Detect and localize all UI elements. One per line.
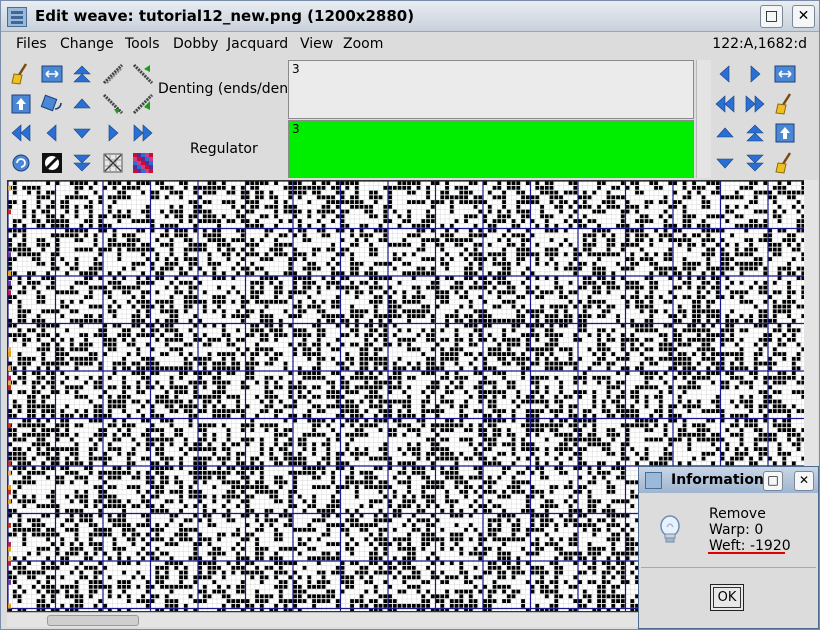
color-pattern-icon (133, 152, 153, 173)
menu-change[interactable]: Change (60, 36, 114, 52)
ok-button[interactable]: OK (710, 584, 744, 611)
dialog-app-icon (645, 472, 662, 489)
information-dialog: Information □ ✕ Remove Warp: 0 Weft: -19… (638, 466, 819, 629)
refresh-icon (12, 154, 30, 171)
arrow-down-double-button[interactable] (69, 150, 95, 176)
menu-tools[interactable]: Tools (125, 36, 160, 52)
broom-button[interactable] (8, 61, 34, 87)
main-window: Edit weave: tutorial12_new.png (1200x288… (0, 0, 820, 630)
horizontal-scroll-thumb[interactable] (47, 615, 139, 626)
lightbulb-icon (660, 515, 680, 543)
rotate-shape-button[interactable] (39, 91, 65, 117)
diagonal-up-icon (102, 63, 123, 85)
clear-grid-icon (103, 153, 122, 172)
dialog-separator (641, 567, 816, 568)
dialog-title: Information (671, 472, 764, 488)
arrow-right-button[interactable] (100, 120, 126, 146)
fast-forward-right-button[interactable] (130, 120, 156, 146)
diagonal-converge-button[interactable] (130, 61, 156, 87)
arrow-down-double-icon (73, 154, 91, 171)
window-title: Edit weave: tutorial12_new.png (1200x288… (35, 7, 415, 25)
arrow-left-icon (719, 65, 730, 83)
fast-forward-right-icon (133, 124, 153, 142)
arrow-down-button[interactable] (712, 150, 738, 176)
denting-field[interactable]: 3 (288, 60, 694, 119)
color-pattern-button[interactable] (130, 150, 156, 176)
swap-horizontal-button[interactable] (772, 61, 798, 87)
menu-dobby[interactable]: Dobby (173, 36, 218, 52)
rewind-left-icon (715, 94, 735, 113)
arrow-up-button[interactable] (69, 91, 95, 117)
rewind-left-button[interactable] (712, 91, 738, 117)
refresh-button[interactable] (8, 150, 34, 176)
regulator-label: Regulator (190, 141, 258, 157)
fast-forward-right-icon (745, 94, 765, 113)
arrow-down-double-button[interactable] (742, 150, 768, 176)
menu-jacquard[interactable]: Jacquard (227, 36, 288, 52)
lift-plan-button[interactable] (8, 91, 34, 117)
dialog-close-button[interactable]: ✕ (794, 471, 814, 491)
invert-icon (41, 152, 62, 173)
diagonal-down-button[interactable] (100, 91, 126, 117)
diagonal-up-button[interactable] (100, 61, 126, 87)
arrow-down-double-icon (746, 154, 764, 171)
diagonal-down-icon (102, 93, 123, 114)
dialog-message-warp: Warp: 0 (709, 522, 764, 538)
arrow-up-icon (73, 98, 91, 108)
invert-button[interactable] (39, 150, 65, 176)
arrow-up-double-icon (73, 65, 91, 83)
regulator-field[interactable]: 3 (288, 120, 694, 178)
maximize-button[interactable]: □ (760, 5, 783, 28)
arrow-up-double-button[interactable] (69, 61, 95, 87)
arrow-right-icon (750, 65, 761, 83)
menu-zoom[interactable]: Zoom (343, 36, 383, 52)
close-button[interactable]: ✕ (792, 5, 815, 28)
lift-up-icon (775, 123, 795, 143)
cursor-coordinates: 122:A,1682:d (712, 36, 807, 52)
rewind-left-button[interactable] (8, 120, 34, 146)
lift-up-button[interactable] (772, 120, 798, 146)
arrow-right-button[interactable] (742, 61, 768, 87)
arrow-down-icon (73, 128, 91, 139)
broom-button[interactable] (772, 150, 798, 176)
broom-icon (775, 92, 792, 115)
menu-view[interactable]: View (300, 36, 333, 52)
arrow-up-icon (716, 127, 734, 138)
diagonal-green-up-button[interactable] (130, 91, 156, 117)
broom-icon (775, 151, 792, 174)
broom-icon (11, 63, 28, 85)
clear-grid-button[interactable] (100, 150, 126, 176)
title-bar[interactable]: Edit weave: tutorial12_new.png (1200x288… (1, 1, 819, 32)
dialog-maximize-button[interactable]: □ (763, 471, 783, 491)
broom-button[interactable] (772, 91, 798, 117)
app-icon (7, 7, 27, 27)
arrow-left-button[interactable] (39, 120, 65, 146)
denting-label: Denting (ends/dent) (158, 81, 300, 97)
fast-forward-right-button[interactable] (742, 91, 768, 117)
arrow-up-double-icon (746, 124, 764, 142)
arrow-left-icon (46, 124, 56, 142)
diagonal-green-up-icon (132, 93, 154, 114)
dialog-title-bar[interactable]: Information □ ✕ (639, 467, 818, 493)
swap-horizontal-button[interactable] (39, 61, 65, 87)
arrow-up-double-button[interactable] (742, 120, 768, 146)
arrow-down-button[interactable] (69, 120, 95, 146)
swap-horizontal-icon (774, 65, 796, 83)
weft-underline (708, 552, 785, 554)
denting-scrollbar[interactable] (696, 60, 711, 178)
arrow-up-button[interactable] (712, 120, 738, 146)
lift-plan-icon (11, 94, 31, 113)
arrow-left-button[interactable] (712, 61, 738, 87)
swap-horizontal-icon (41, 65, 62, 83)
diagonal-converge-icon (132, 63, 154, 85)
arrow-right-icon (108, 124, 118, 142)
menu-bar: Files Change Tools Dobby Jacquard View Z… (5, 32, 817, 56)
dialog-message-remove: Remove (709, 506, 766, 522)
menu-files[interactable]: Files (16, 36, 47, 52)
arrow-down-icon (716, 158, 734, 168)
rotate-shape-icon (40, 94, 62, 111)
rewind-left-icon (11, 124, 31, 142)
